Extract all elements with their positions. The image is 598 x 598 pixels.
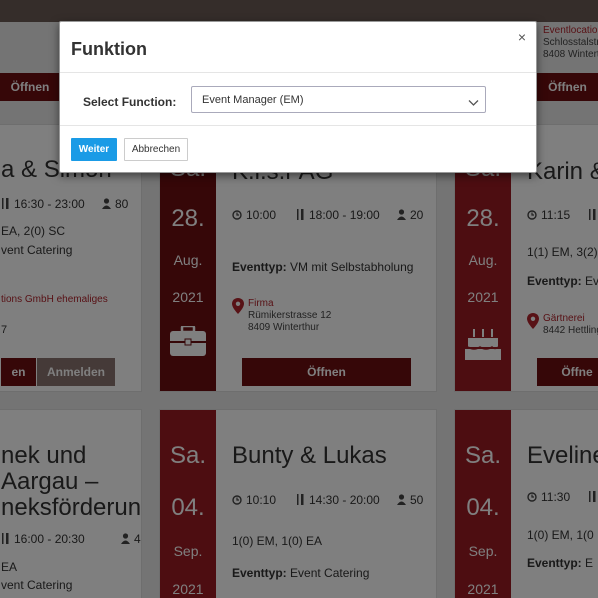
modal-title: Funktion (71, 39, 147, 59)
chevron-down-icon (468, 94, 479, 112)
cancel-button[interactable]: Abbrechen (124, 138, 188, 161)
modal-header: Funktion × (60, 22, 536, 73)
next-button[interactable]: Weiter (71, 138, 117, 161)
function-modal: Funktion × Select Function: Event Manage… (59, 21, 537, 173)
function-select[interactable]: Event Manager (EM) (191, 86, 486, 113)
modal-body: Select Function: Event Manager (EM) (60, 74, 536, 126)
close-icon[interactable]: × (518, 29, 526, 45)
function-select-value: Event Manager (EM) (202, 94, 304, 106)
select-function-label: Select Function: (83, 95, 177, 109)
